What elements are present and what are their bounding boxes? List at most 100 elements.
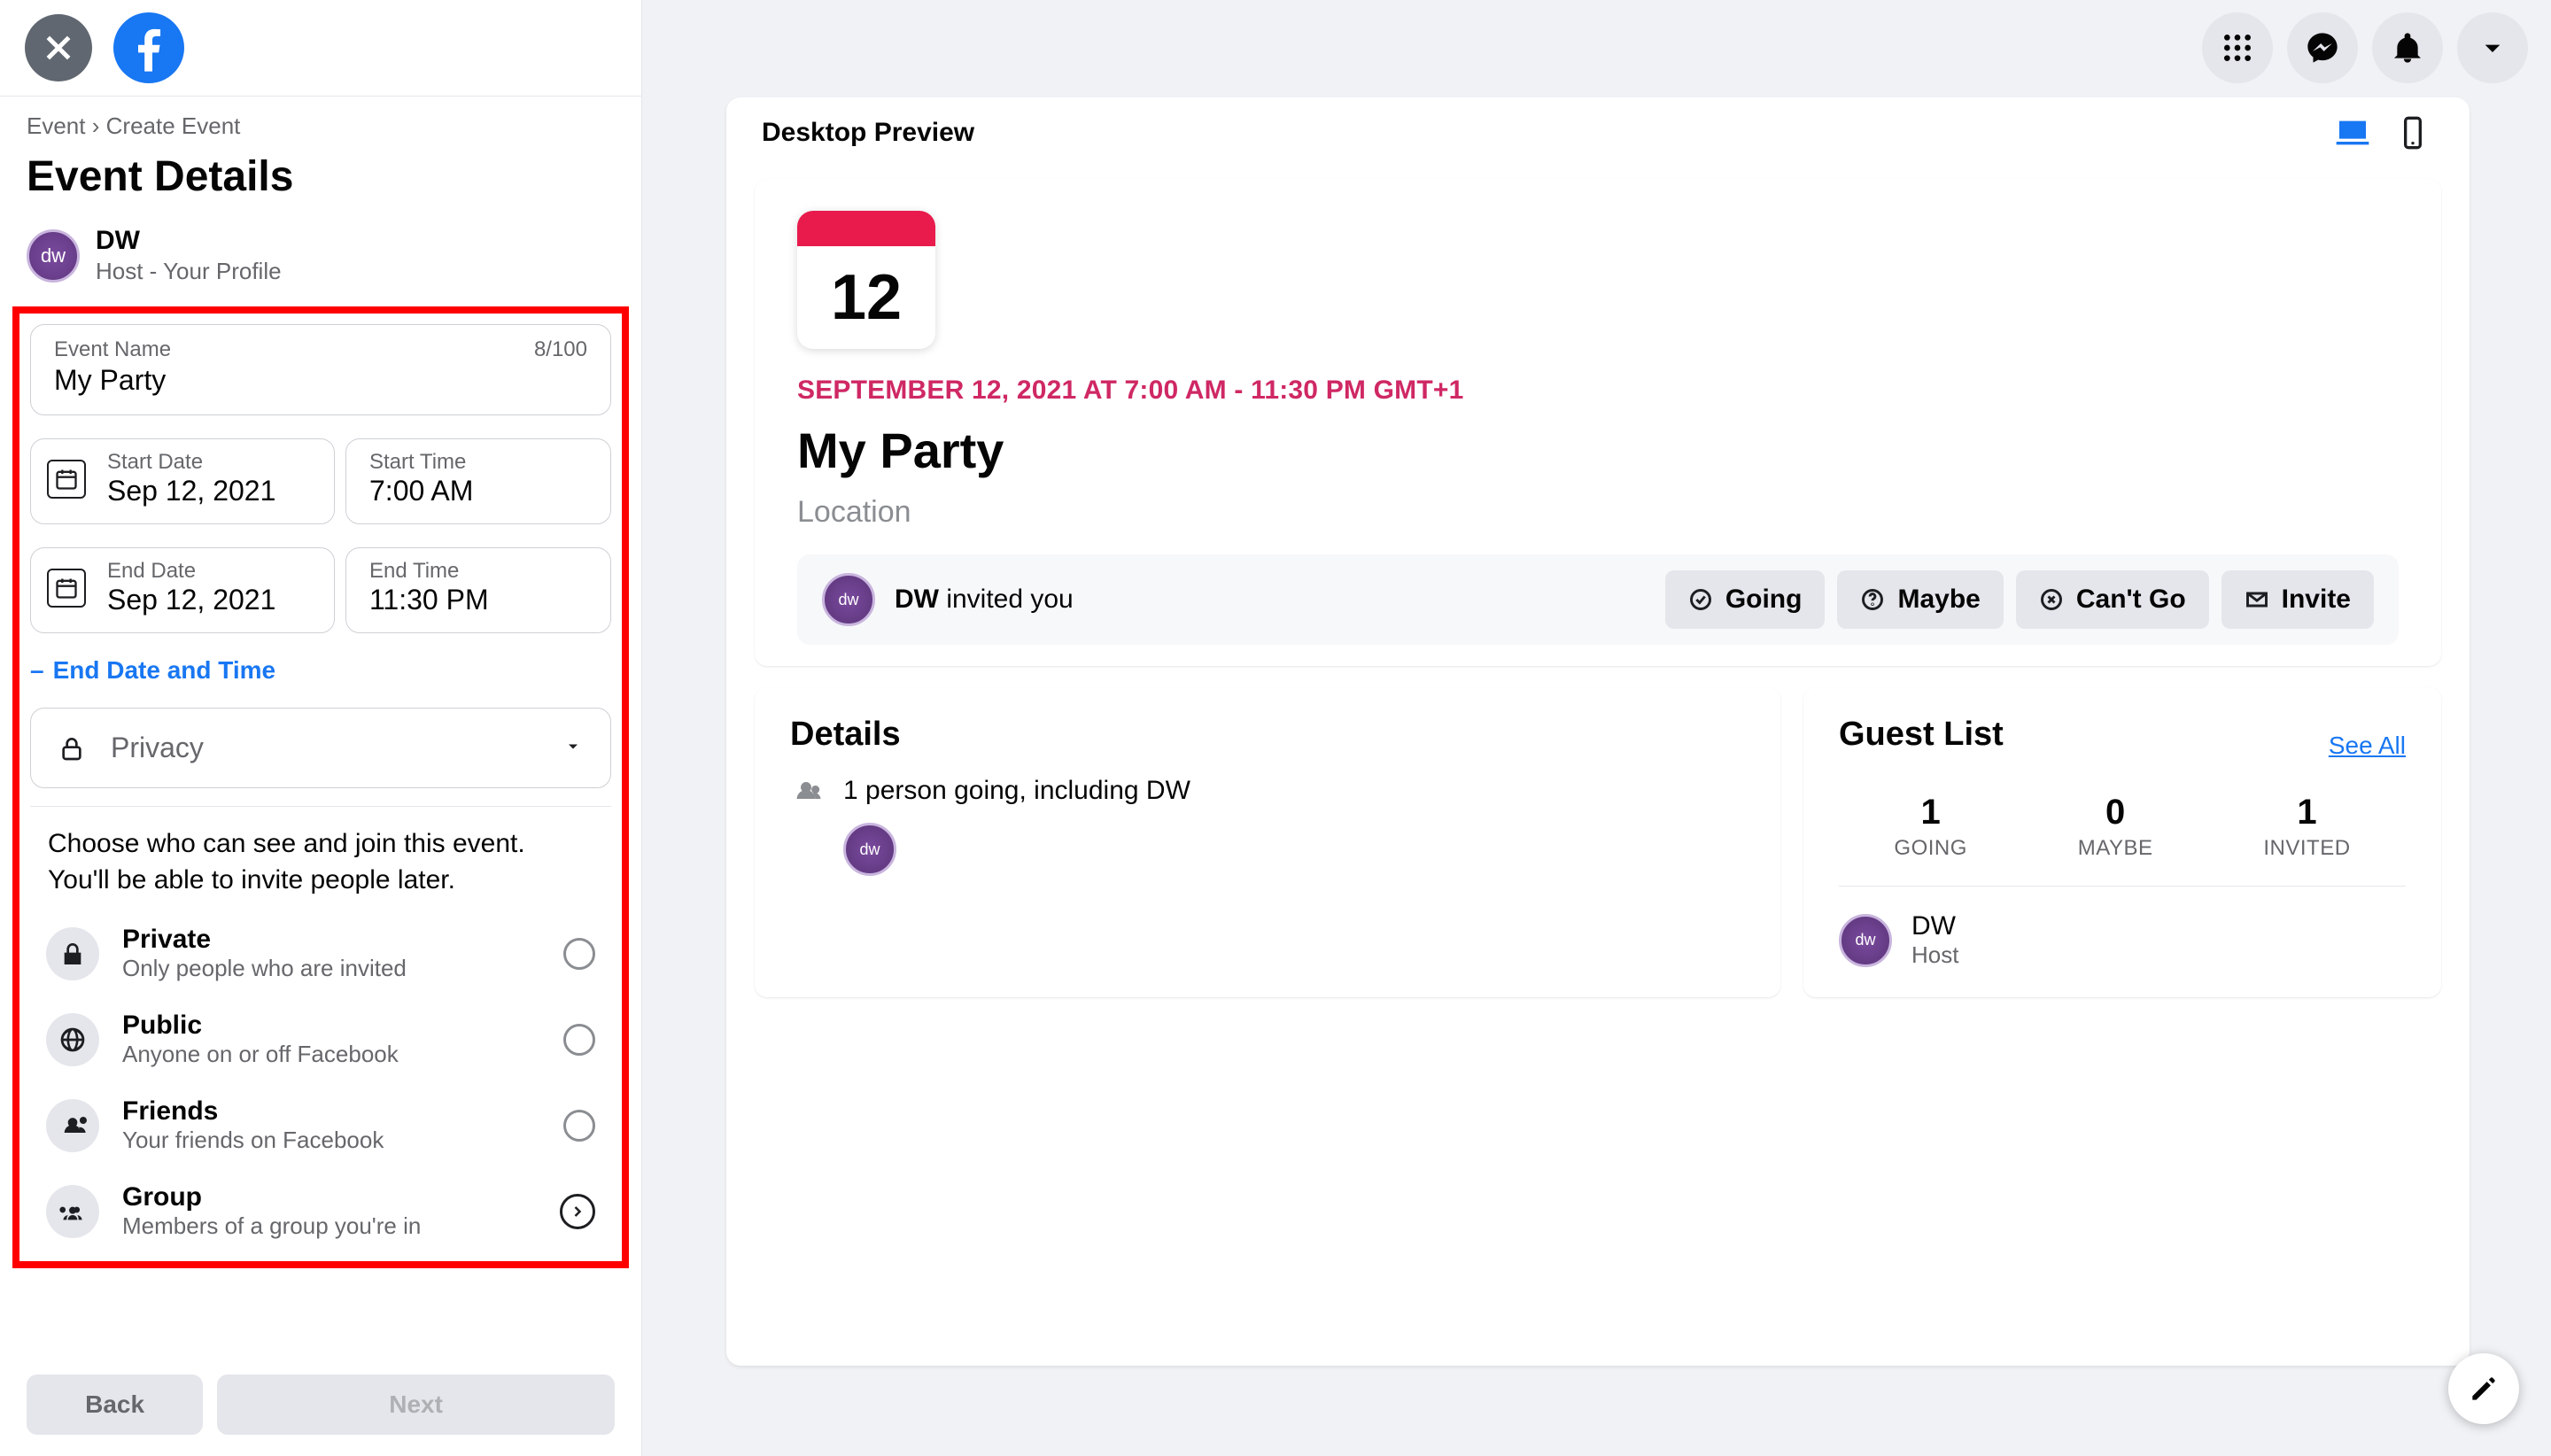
end-date-value: Sep 12, 2021 xyxy=(107,584,275,616)
rsvp-going-button[interactable]: Going xyxy=(1665,570,1826,629)
grid-icon xyxy=(2220,30,2255,66)
rsvp-cant-go-button[interactable]: Can't Go xyxy=(2016,570,2209,629)
facebook-logo[interactable] xyxy=(113,12,184,83)
invite-text: DW invited you xyxy=(895,585,1074,615)
count-invited: 1INVITED xyxy=(2263,793,2350,861)
sidebar-body: Event › Create Event Event Details dw DW… xyxy=(0,97,641,1279)
radio-icon[interactable] xyxy=(563,1110,595,1142)
global-action-icons xyxy=(2202,12,2528,83)
privacy-option-public[interactable]: PublicAnyone on or off Facebook xyxy=(43,1002,599,1077)
preview-label: Desktop Preview xyxy=(762,118,974,148)
sidebar-footer-nav: Back Next xyxy=(0,1367,641,1456)
start-time-field[interactable]: Start Time 7:00 AM xyxy=(345,438,611,524)
end-time-value: 11:30 PM xyxy=(369,584,587,616)
group-icon xyxy=(46,1185,99,1238)
privacy-option-title: Friends xyxy=(122,1096,540,1127)
calendar-strip xyxy=(797,211,935,246)
breadcrumb: Event › Create Event xyxy=(27,112,615,140)
calendar-icon xyxy=(47,460,86,499)
start-time-label: Start Time xyxy=(369,450,587,475)
rsvp-maybe-button[interactable]: Maybe xyxy=(1837,570,2003,629)
start-date-field[interactable]: Start Date Sep 12, 2021 xyxy=(30,438,335,524)
end-date-field[interactable]: End Date Sep 12, 2021 xyxy=(30,547,335,633)
close-icon xyxy=(41,30,76,66)
host-subtitle: Host - Your Profile xyxy=(96,258,282,285)
privacy-option-subtitle: Anyone on or off Facebook xyxy=(122,1041,540,1068)
guest-host-row[interactable]: dw DWHost xyxy=(1839,887,2406,969)
back-button[interactable]: Back xyxy=(27,1375,203,1435)
globe-icon xyxy=(46,1013,99,1066)
see-all-link[interactable]: See All xyxy=(2329,732,2406,760)
desktop-preview-toggle[interactable] xyxy=(2331,115,2374,151)
invite-bar: dw DW invited you Going Maybe Can't Go I… xyxy=(797,554,2399,645)
inviter-avatar: dw xyxy=(822,573,875,626)
privacy-label: Privacy xyxy=(111,732,204,764)
event-form: Event Name 8/100 My Party Start Date Sep… xyxy=(12,306,629,1268)
messenger-icon xyxy=(2305,30,2340,66)
next-button[interactable]: Next xyxy=(217,1375,615,1435)
privacy-option-friends[interactable]: FriendsYour friends on Facebook xyxy=(43,1088,599,1163)
account-menu-button[interactable] xyxy=(2457,12,2528,83)
friends-icon xyxy=(46,1099,99,1152)
host-name: DW xyxy=(96,226,282,256)
event-name-value: My Party xyxy=(54,364,587,397)
privacy-option-private[interactable]: PrivateOnly people who are invited xyxy=(43,916,599,991)
page-title: Event Details xyxy=(27,152,615,201)
guest-list-heading: Guest List xyxy=(1839,716,2004,754)
guest-host-role: Host xyxy=(1911,941,1958,969)
privacy-option-title: Group xyxy=(122,1182,537,1212)
mobile-preview-toggle[interactable] xyxy=(2392,115,2434,151)
count-maybe: 0MAYBE xyxy=(2078,793,2153,861)
details-heading: Details xyxy=(790,716,1745,754)
event-name-field[interactable]: Event Name 8/100 My Party xyxy=(30,324,611,415)
guest-host-name: DW xyxy=(1911,911,1958,941)
privacy-popover-description: Choose who can see and join this event. … xyxy=(43,826,599,905)
sidebar-topbar xyxy=(0,0,641,97)
remove-end-datetime-toggle[interactable]: – End Date and Time xyxy=(30,656,611,685)
end-time-field[interactable]: End Time 11:30 PM xyxy=(345,547,611,633)
end-time-label: End Time xyxy=(369,559,587,584)
radio-icon[interactable] xyxy=(563,938,595,970)
privacy-option-subtitle: Your friends on Facebook xyxy=(122,1127,540,1154)
calendar-badge: 12 xyxy=(797,211,935,349)
host-avatar-small: dw xyxy=(1839,914,1892,967)
attendee-avatar[interactable]: dw xyxy=(843,823,896,876)
radio-icon[interactable] xyxy=(563,1024,595,1056)
host-row: dw DW Host - Your Profile xyxy=(27,226,615,285)
event-name-count: 8/100 xyxy=(534,337,587,362)
notifications-button[interactable] xyxy=(2372,12,2443,83)
privacy-option-subtitle: Members of a group you're in xyxy=(122,1212,537,1240)
privacy-selector[interactable]: Privacy xyxy=(30,708,611,788)
breadcrumb-leaf: Create Event xyxy=(106,112,241,139)
start-time-value: 7:00 AM xyxy=(369,475,587,507)
chevron-right-icon[interactable] xyxy=(560,1194,595,1229)
event-datetime: SEPTEMBER 12, 2021 AT 7:00 AM - 11:30 PM… xyxy=(797,376,2399,406)
end-datetime-row: End Date Sep 12, 2021 End Time 11:30 PM xyxy=(30,547,611,633)
breadcrumb-root[interactable]: Event xyxy=(27,112,86,139)
preview-header: Desktop Preview xyxy=(726,97,2470,151)
privacy-popover: Choose who can see and join this event. … xyxy=(30,806,611,1258)
create-event-sidebar: Event › Create Event Event Details dw DW… xyxy=(0,0,642,1456)
people-icon xyxy=(790,775,822,807)
desktop-icon xyxy=(2335,115,2370,151)
caret-down-icon xyxy=(562,735,584,761)
close-button[interactable] xyxy=(25,14,92,81)
facebook-icon xyxy=(120,19,177,76)
privacy-option-subtitle: Only people who are invited xyxy=(122,955,540,982)
guest-counts: 1GOING 0MAYBE 1INVITED xyxy=(1839,775,2406,887)
calendar-icon xyxy=(47,569,86,608)
caret-down-icon xyxy=(2475,30,2510,66)
messenger-button[interactable] xyxy=(2287,12,2358,83)
preview-body: 12 SEPTEMBER 12, 2021 AT 7:00 AM - 11:30… xyxy=(755,179,2441,997)
privacy-option-group[interactable]: GroupMembers of a group you're in xyxy=(43,1173,599,1249)
guest-list-card: Guest List See All 1GOING 0MAYBE 1INVITE… xyxy=(1803,687,2441,997)
details-going-row: 1 person going, including DW xyxy=(790,775,1745,807)
check-circle-icon xyxy=(1688,587,1713,612)
apps-menu-button[interactable] xyxy=(2202,12,2273,83)
invite-button[interactable]: Invite xyxy=(2221,570,2374,629)
host-avatar[interactable]: dw xyxy=(27,229,80,283)
question-circle-icon xyxy=(1860,587,1885,612)
start-date-label: Start Date xyxy=(107,450,275,475)
compose-fab[interactable] xyxy=(2448,1353,2519,1424)
event-name-label: Event Name xyxy=(54,337,587,362)
